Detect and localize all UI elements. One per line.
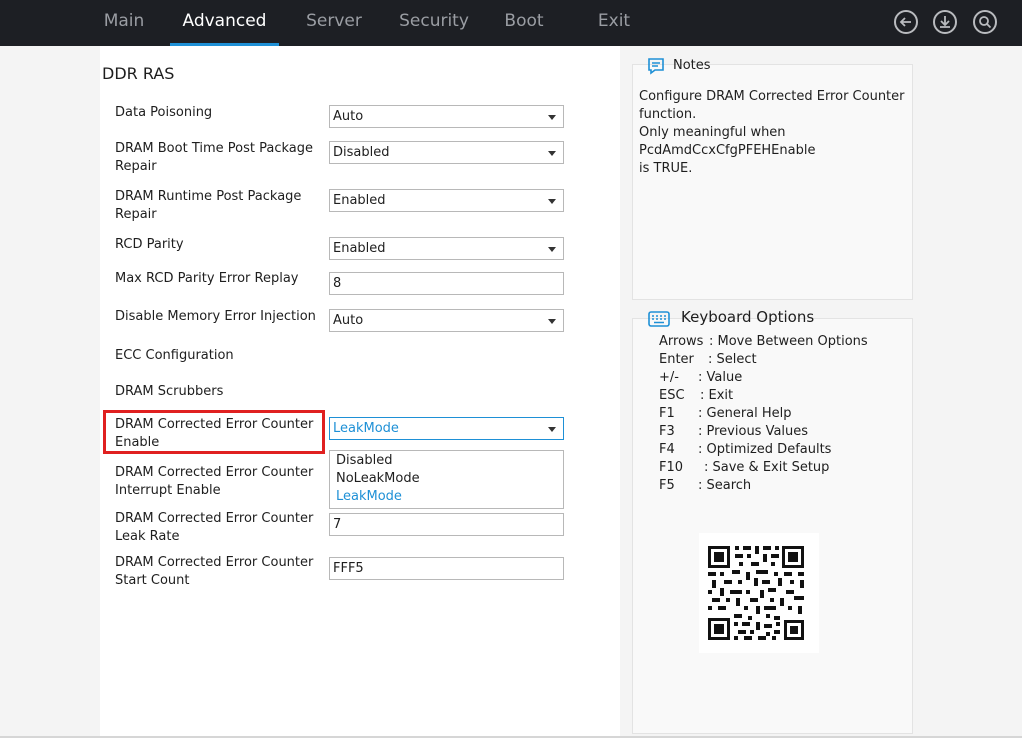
keyboard-options-title: Keyboard Options xyxy=(681,308,815,326)
setting-label-ce-leak-rate: DRAM Corrected Error Counter Leak Rate xyxy=(115,511,314,544)
kb-row-arrows: Arrows: Move Between Options xyxy=(659,334,868,349)
dropdown-option-noleakmode[interactable]: NoLeakMode xyxy=(336,470,420,488)
max-rcd-replay-field[interactable]: 8 xyxy=(329,272,564,295)
setting-label-disable-error-injection: Disable Memory Error Injection xyxy=(115,309,316,324)
chevron-down-icon xyxy=(548,115,556,120)
ce-start-count-field[interactable]: FFF5 xyxy=(329,557,564,580)
kb-row-f3: F3: Previous Values xyxy=(659,424,809,439)
notes-title: Notes xyxy=(673,58,711,73)
dropdown-option-leakmode[interactable]: LeakMode xyxy=(336,488,402,506)
kb-row-esc: ESC: Exit xyxy=(659,388,734,403)
rcd-parity-dropdown[interactable]: Enabled xyxy=(329,237,564,260)
tab-boot[interactable]: Boot xyxy=(498,0,550,46)
kb-row-f10: F10: Save & Exit Setup xyxy=(659,460,830,475)
kb-row-f5: F5: Search xyxy=(659,478,752,493)
boot-ppr-dropdown[interactable]: Disabled xyxy=(329,141,564,164)
keyboard-icon xyxy=(648,310,670,332)
dram-scrubbers-link[interactable]: DRAM Scrubbers xyxy=(115,383,320,401)
setting-label-max-rcd-replay: Max RCD Parity Error Replay xyxy=(115,271,299,286)
notes-icon xyxy=(647,57,665,79)
chevron-down-icon xyxy=(548,199,556,204)
setting-label-runtime-ppr: DRAM Runtime Post Package Repair xyxy=(115,189,302,222)
tab-server[interactable]: Server xyxy=(298,0,370,46)
tab-advanced[interactable]: Advanced xyxy=(170,0,279,46)
search-icon[interactable] xyxy=(973,10,997,34)
ce-counter-enable-dropdown[interactable]: LeakMode xyxy=(329,417,564,440)
kb-row-f1: F1: General Help xyxy=(659,406,792,421)
kb-row-f4: F4: Optimized Defaults xyxy=(659,442,832,457)
tab-exit[interactable]: Exit xyxy=(590,0,638,46)
kb-row-value: +/-: Value xyxy=(659,370,743,385)
top-nav-bar: Main Advanced Server Security Boot Exit xyxy=(0,0,1022,46)
setting-label-data-poisoning: Data Poisoning xyxy=(115,105,213,120)
setting-label-rcd-parity: RCD Parity xyxy=(115,237,184,252)
chevron-down-icon xyxy=(548,151,556,156)
highlight-box xyxy=(103,410,325,454)
ce-leak-rate-field[interactable]: 7 xyxy=(329,513,564,536)
dropdown-options-list: Disabled NoLeakMode LeakMode xyxy=(329,450,564,509)
ecc-configuration-link[interactable]: ECC Configuration xyxy=(115,347,320,365)
notes-text: Configure DRAM Corrected Error Counter f… xyxy=(639,89,905,176)
error-injection-dropdown[interactable]: Auto xyxy=(329,309,564,332)
setting-label-ce-start-count: DRAM Corrected Error Counter Start Count xyxy=(115,555,314,588)
back-arrow-icon[interactable] xyxy=(894,10,918,34)
tab-security[interactable]: Security xyxy=(394,0,474,46)
dropdown-option-disabled[interactable]: Disabled xyxy=(336,452,392,470)
runtime-ppr-dropdown[interactable]: Enabled xyxy=(329,189,564,212)
page-title: DDR RAS xyxy=(102,64,175,83)
setting-label-boot-ppr: DRAM Boot Time Post Package Repair xyxy=(115,141,313,174)
qr-code xyxy=(699,533,819,653)
data-poisoning-dropdown[interactable]: Auto xyxy=(329,105,564,128)
download-icon[interactable] xyxy=(933,10,957,34)
chevron-down-icon xyxy=(548,247,556,252)
chevron-down-icon xyxy=(548,427,556,432)
tab-main[interactable]: Main xyxy=(94,0,154,46)
chevron-down-icon xyxy=(548,319,556,324)
setting-label-ce-interrupt-enable: DRAM Corrected Error Counter Interrupt En… xyxy=(115,465,314,498)
kb-row-enter: Enter: Select xyxy=(659,352,757,367)
